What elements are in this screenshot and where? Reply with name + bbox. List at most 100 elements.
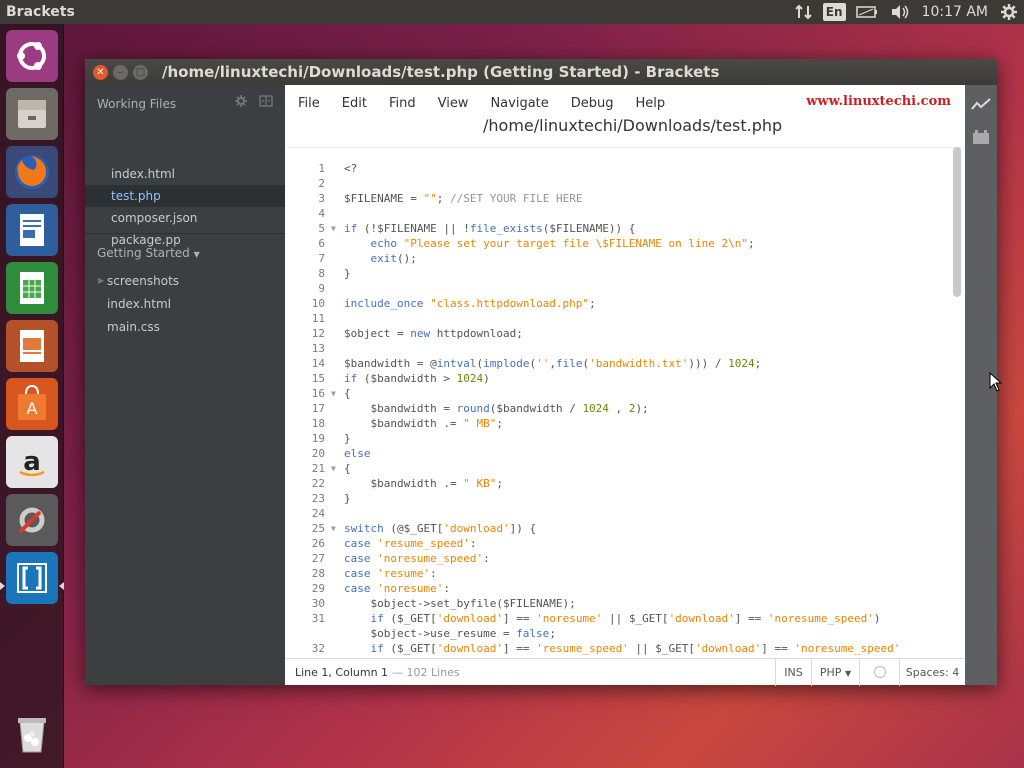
trash-icon[interactable] bbox=[6, 708, 58, 760]
code-text: include_once "class.httpdownload.php"; bbox=[344, 297, 596, 310]
sidebar: Working Files index.html test.php composer… bbox=[85, 85, 285, 685]
code-fold-icon[interactable]: ▼ bbox=[331, 521, 336, 536]
close-window-button[interactable]: ✕ bbox=[93, 64, 108, 80]
maximize-window-button[interactable]: □ bbox=[133, 64, 148, 80]
code-line: 2 bbox=[285, 176, 955, 191]
project-tree-folder[interactable]: screenshots bbox=[107, 270, 179, 292]
code-line: 23} bbox=[285, 491, 955, 506]
status-bar: Line 1, Column 1 — 102 Lines INS PHP ▼ S… bbox=[285, 658, 965, 686]
code-line: 22 $bandwidth .= " KB"; bbox=[285, 476, 955, 491]
system-settings-icon[interactable] bbox=[6, 494, 58, 546]
code-line: 6 echo "Please set your target file \$FI… bbox=[285, 236, 955, 251]
working-file-item[interactable]: composer.json bbox=[85, 207, 285, 229]
code-text: } bbox=[344, 432, 351, 445]
code-text: } bbox=[344, 492, 351, 505]
menu-view[interactable]: View bbox=[427, 96, 480, 111]
split-view-icon[interactable] bbox=[259, 95, 273, 110]
project-dropdown[interactable]: Getting Started ▼ bbox=[97, 246, 200, 260]
impress-icon[interactable] bbox=[6, 320, 58, 372]
sidebar-toolbar bbox=[235, 95, 273, 110]
code-line: 29 case 'noresume': bbox=[285, 581, 955, 596]
system-gear-icon[interactable] bbox=[994, 0, 1024, 24]
clock[interactable]: 10:17 AM bbox=[916, 0, 994, 24]
battery-icon[interactable] bbox=[850, 0, 884, 24]
line-number: 28 bbox=[311, 567, 325, 580]
code-fold-icon[interactable]: ▼ bbox=[331, 461, 336, 476]
code-line: 24 bbox=[285, 506, 955, 521]
working-file-item[interactable]: index.html bbox=[85, 163, 285, 185]
menu-help[interactable]: Help bbox=[625, 96, 677, 111]
line-number: 26 bbox=[311, 537, 325, 550]
line-number: 2 bbox=[318, 177, 325, 190]
code-fold-icon[interactable]: ▼ bbox=[331, 386, 336, 401]
linter-status-icon[interactable] bbox=[859, 659, 899, 686]
code-text: case 'noresume': bbox=[344, 582, 450, 595]
line-number: 6 bbox=[318, 237, 325, 250]
cursor-position: Line 1, Column 1 bbox=[295, 665, 389, 679]
writer-icon[interactable] bbox=[6, 204, 58, 256]
language-select[interactable]: PHP ▼ bbox=[811, 659, 859, 686]
indent-setting[interactable]: Spaces: 4 bbox=[899, 659, 965, 686]
menu-find[interactable]: Find bbox=[378, 96, 427, 111]
working-files-header: Working Files bbox=[97, 97, 177, 111]
code-line: 13 bbox=[285, 341, 955, 356]
code-text: $bandwidth = round($bandwidth / 1024 , 2… bbox=[344, 402, 649, 415]
project-tree-file[interactable]: index.html bbox=[107, 293, 171, 315]
code-text: case 'resume': bbox=[344, 567, 437, 580]
menu-debug[interactable]: Debug bbox=[560, 96, 625, 111]
line-number: 3 bbox=[318, 192, 325, 205]
code-fold-icon[interactable]: ▼ bbox=[331, 221, 336, 236]
menu-edit[interactable]: Edit bbox=[331, 96, 378, 111]
live-preview-icon[interactable] bbox=[971, 95, 991, 115]
menu-navigate[interactable]: Navigate bbox=[479, 96, 559, 111]
line-number: 17 bbox=[311, 402, 325, 415]
network-icon[interactable] bbox=[789, 0, 819, 24]
code-line: 16 ▼ { bbox=[285, 386, 955, 401]
code-text: { bbox=[344, 462, 351, 475]
line-number: 31 bbox=[311, 612, 325, 625]
minimize-window-button[interactable]: – bbox=[113, 64, 128, 80]
insert-mode-toggle[interactable]: INS bbox=[775, 659, 811, 686]
code-line: 7 exit(); bbox=[285, 251, 955, 266]
settings-gear-icon[interactable] bbox=[235, 95, 247, 110]
extension-manager-icon[interactable] bbox=[971, 127, 991, 147]
code-text: $bandwidth .= " MB"; bbox=[344, 417, 503, 430]
window-title: /home/linuxtechi/Downloads/test.php (Get… bbox=[162, 63, 720, 81]
window-titlebar[interactable]: ✕ – □ /home/linuxtechi/Downloads/test.ph… bbox=[85, 59, 997, 85]
keyboard-layout-indicator[interactable]: En bbox=[822, 3, 846, 21]
line-number: 29 bbox=[311, 582, 325, 595]
code-line: 12 $object = new httpdownload; bbox=[285, 326, 955, 341]
line-number: 10 bbox=[311, 297, 325, 310]
code-line: 1 <? bbox=[285, 161, 955, 176]
line-number: 19 bbox=[311, 432, 325, 445]
ubuntu-dash-icon[interactable] bbox=[6, 30, 58, 82]
firefox-icon[interactable] bbox=[6, 146, 58, 198]
language-label: PHP bbox=[819, 666, 842, 679]
folder-expand-icon[interactable]: ▶ bbox=[98, 276, 104, 285]
files-icon[interactable] bbox=[6, 88, 58, 140]
project-name: Getting Started bbox=[97, 246, 190, 260]
volume-icon[interactable] bbox=[884, 0, 916, 24]
code-text: if (!$FILENAME || !file_exists($FILENAME… bbox=[344, 222, 636, 235]
project-tree-file[interactable]: main.css bbox=[107, 316, 160, 338]
code-line: 11 bbox=[285, 311, 955, 326]
working-file-item[interactable]: test.php bbox=[85, 185, 285, 207]
code-text: exit(); bbox=[370, 252, 417, 265]
code-editor[interactable]: 1 <? 2 3 $FILENAME = ""; //SET YOUR FILE HER… bbox=[285, 147, 965, 657]
menu-file[interactable]: File bbox=[285, 96, 331, 111]
line-number: 12 bbox=[311, 327, 325, 340]
active-indicator bbox=[0, 582, 5, 590]
code-text: switch (@$_GET['download']) { bbox=[344, 522, 537, 535]
line-number: 25 bbox=[311, 522, 325, 535]
code-line: 4 bbox=[285, 206, 955, 221]
brackets-icon[interactable] bbox=[6, 552, 58, 604]
code-line: 31 if ($_GET['download'] == 'noresume' |… bbox=[285, 611, 955, 626]
code-text: if ($bandwidth > 1024) bbox=[344, 372, 490, 385]
line-number: 14 bbox=[311, 357, 325, 370]
focus-indicator bbox=[59, 582, 64, 590]
code-text: $bandwidth .= " KB"; bbox=[344, 477, 503, 490]
calc-icon[interactable] bbox=[6, 262, 58, 314]
software-center-icon[interactable]: A bbox=[6, 378, 58, 430]
editor-scrollbar[interactable] bbox=[953, 147, 961, 297]
amazon-icon[interactable]: a bbox=[6, 436, 58, 488]
